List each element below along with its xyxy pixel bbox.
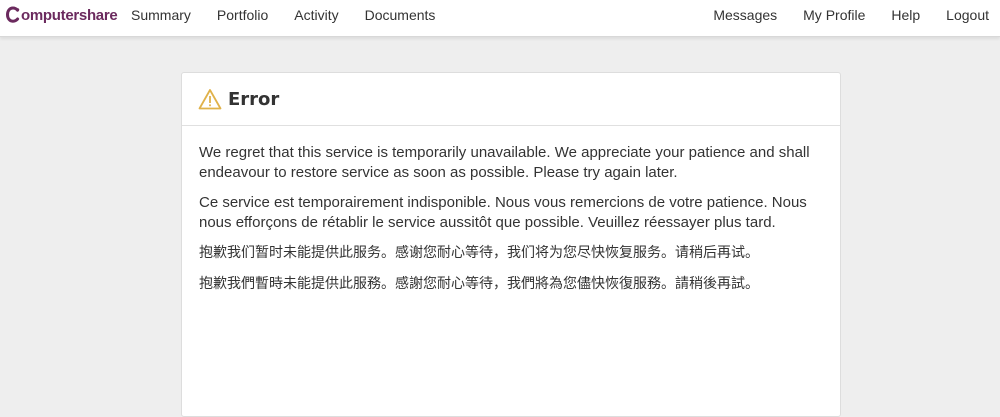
logo-c-mark-icon xyxy=(6,6,20,23)
primary-nav: Summary Portfolio Activity Documents xyxy=(118,0,448,30)
logo-text: omputershare xyxy=(21,6,118,24)
error-panel-header: Error xyxy=(182,73,840,126)
nav-my-profile[interactable]: My Profile xyxy=(790,7,878,23)
error-message-english: We regret that this service is temporari… xyxy=(199,144,810,181)
error-panel-body: We regret that this service is temporari… xyxy=(182,126,840,294)
utility-nav: Messages My Profile Help Logout xyxy=(700,0,1000,30)
warning-icon xyxy=(198,89,222,110)
nav-documents[interactable]: Documents xyxy=(352,7,449,23)
error-message-simplified-chinese: 抱歉我们暂时未能提供此服务。感谢您耐心等待，我们将为您尽快恢复服务。请稍后再试。 xyxy=(199,245,759,261)
nav-logout[interactable]: Logout xyxy=(933,7,1000,23)
error-message-traditional-chinese: 抱歉我們暫時未能提供此服務。感謝您耐心等待，我們將為您儘快恢復服務。請稍後再試。 xyxy=(199,276,759,292)
error-panel: Error We regret that this service is tem… xyxy=(181,72,841,417)
top-navigation-bar: omputershare Summary Portfolio Activity … xyxy=(0,0,1000,37)
nav-messages[interactable]: Messages xyxy=(700,7,790,23)
error-title: Error xyxy=(228,88,280,110)
nav-activity[interactable]: Activity xyxy=(281,7,351,23)
computershare-logo[interactable]: omputershare xyxy=(6,4,118,26)
nav-portfolio[interactable]: Portfolio xyxy=(204,7,281,23)
nav-summary[interactable]: Summary xyxy=(118,7,204,23)
nav-help[interactable]: Help xyxy=(878,7,933,23)
error-message-french: Ce service est temporairement indisponib… xyxy=(199,194,807,231)
